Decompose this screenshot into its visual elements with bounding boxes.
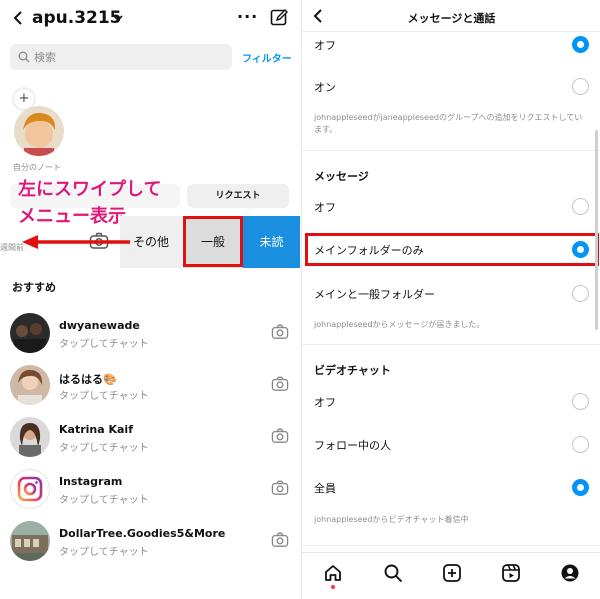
contact-name: はるはる🎨 (59, 373, 117, 386)
option-label: オフ (314, 201, 336, 214)
option-label: オン (314, 81, 336, 94)
camera-icon[interactable] (271, 532, 289, 548)
section-divider (302, 344, 600, 345)
section-divider (302, 545, 600, 546)
contact-subtitle: タップしてチャット (59, 547, 149, 558)
option-row[interactable]: オフ (302, 194, 600, 218)
contact-name: Instagram (59, 475, 123, 488)
avatar (10, 365, 50, 405)
highlight-box-main-folder (305, 233, 599, 266)
option-row[interactable]: メインと一般フォルダー (302, 281, 600, 305)
option-row[interactable]: オン (302, 74, 600, 98)
radio-unselected[interactable] (572, 285, 589, 302)
page-title: メッセージと通話 (407, 12, 496, 25)
radio-selected[interactable] (572, 36, 589, 53)
camera-icon[interactable] (271, 324, 289, 340)
avatar (10, 313, 50, 353)
profile-icon[interactable] (560, 563, 580, 583)
avatar (10, 417, 50, 457)
camera-icon[interactable] (271, 480, 289, 496)
notification-dot (331, 585, 335, 589)
list-item[interactable]: Instagram タップしてチャット (0, 466, 300, 512)
contact-name: dwyanewade (59, 319, 140, 332)
more-icon[interactable]: ··· (237, 7, 258, 26)
contact-subtitle: タップしてチャット (59, 339, 149, 350)
home-icon[interactable] (323, 563, 343, 583)
inbox-panel: apu.3215 ··· 検索 フィルター + 自分のノート リクエスト 左にス… (0, 0, 300, 599)
search-placeholder: 検索 (34, 51, 56, 64)
contact-subtitle: タップしてチャット (59, 443, 149, 454)
camera-icon[interactable] (271, 428, 289, 444)
suggested-heading: おすすめ (12, 281, 56, 294)
reels-icon[interactable] (501, 563, 521, 583)
option-label: メインと一般フォルダー (314, 288, 435, 301)
option-label: オフ (314, 396, 336, 409)
note-label: 自分のノート (13, 163, 61, 172)
back-icon[interactable] (12, 10, 24, 26)
search-icon[interactable] (383, 563, 403, 583)
bottom-nav (302, 552, 600, 599)
settings-panel: メッセージと通話 オフ オン johnappleseedがjaneapplese… (301, 0, 600, 599)
video-heading: ビデオチャット (314, 364, 391, 377)
radio-unselected[interactable] (572, 436, 589, 453)
chevron-down-icon[interactable] (113, 14, 123, 22)
option-row[interactable]: オフ (302, 32, 600, 56)
contact-subtitle: タップしてチャット (59, 495, 149, 506)
scrollbar[interactable] (595, 130, 598, 330)
option-row[interactable]: オフ (302, 389, 600, 413)
username-title[interactable]: apu.3215 (32, 8, 122, 28)
search-icon (18, 51, 30, 63)
contact-subtitle: タップしてチャット (59, 391, 149, 402)
option-row[interactable]: 全員 (302, 475, 600, 499)
tab-requests[interactable]: リクエスト (187, 184, 289, 208)
list-item[interactable]: Katrina Kaif タップしてチャット (0, 414, 300, 460)
highlight-box-general (183, 216, 243, 267)
list-item[interactable]: はるはる🎨 タップしてチャット (0, 362, 300, 408)
video-description: johnappleseedからビデオチャット着信中 (314, 515, 469, 524)
my-avatar[interactable] (14, 106, 64, 156)
messages-description: johnappleseedからメッセージが届きました。 (314, 320, 485, 329)
list-item[interactable]: DollarTree.Goodies5&More タップしてチャット (0, 518, 300, 564)
group-description: johnappleseedがjaneappleseedのグループへの追加をリクエ… (314, 113, 583, 134)
search-input[interactable]: 検索 (10, 44, 232, 70)
contact-name: Katrina Kaif (59, 423, 133, 436)
compose-icon[interactable] (270, 8, 289, 27)
section-divider (302, 150, 600, 151)
create-post-icon[interactable] (442, 563, 462, 583)
contact-name: DollarTree.Goodies5&More (59, 527, 226, 540)
messages-heading: メッセージ (314, 170, 369, 183)
radio-unselected[interactable] (572, 198, 589, 215)
option-label: フォロー中の人 (314, 439, 391, 452)
radio-unselected[interactable] (572, 78, 589, 95)
radio-selected[interactable] (572, 479, 589, 496)
avatar (10, 521, 50, 561)
instagram-logo-icon (10, 469, 50, 509)
swipe-arrow-icon (22, 235, 130, 249)
radio-unselected[interactable] (572, 393, 589, 410)
list-item[interactable]: dwyanewade タップしてチャット (0, 310, 300, 356)
option-row[interactable]: フォロー中の人 (302, 432, 600, 456)
option-label: 全員 (314, 482, 336, 495)
option-label: オフ (314, 39, 336, 52)
swipe-action-unread[interactable]: 未読 (243, 216, 300, 268)
filter-link[interactable]: フィルター (242, 50, 292, 65)
camera-icon[interactable] (271, 376, 289, 392)
timestamp-label: 週間前 (0, 243, 24, 252)
